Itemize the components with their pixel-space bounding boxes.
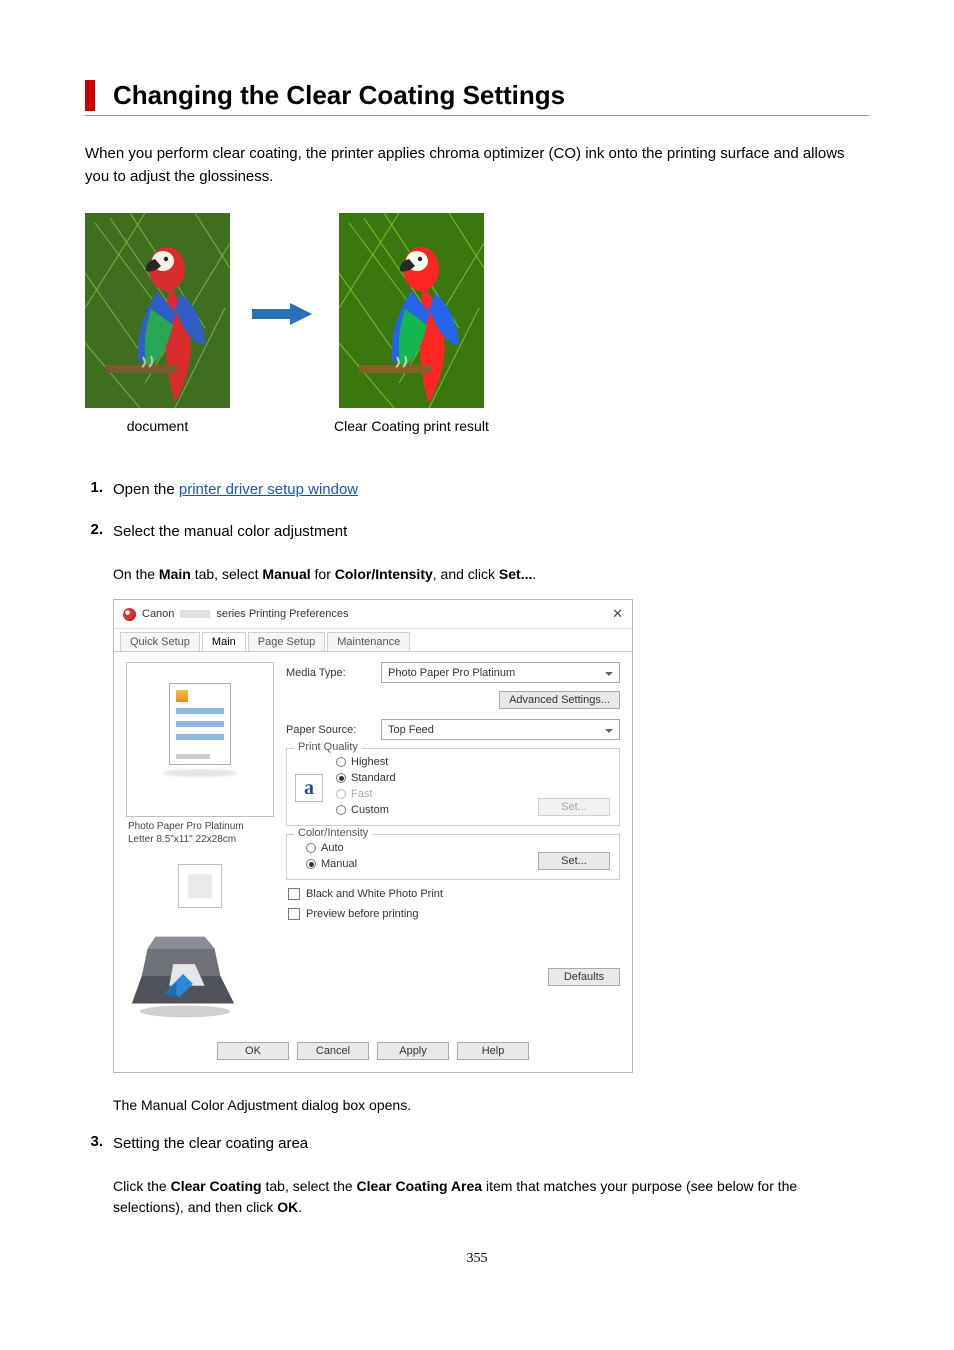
media-type-value: Photo Paper Pro Platinum <box>388 667 515 679</box>
text: , and click <box>433 566 499 582</box>
printer-image <box>126 928 244 1020</box>
radio-label: Fast <box>351 788 372 800</box>
figure-document-label: document <box>127 418 188 434</box>
redacted-model <box>180 610 210 618</box>
step-3-desc: Click the Clear Coating tab, select the … <box>113 1176 869 1219</box>
media-type-select[interactable]: Photo Paper Pro Platinum <box>381 662 620 683</box>
color-intensity-set-button[interactable]: Set... <box>538 852 610 870</box>
chevron-down-icon <box>605 724 613 736</box>
preview-label: Preview before printing <box>306 908 419 920</box>
defaults-button[interactable]: Defaults <box>548 968 620 986</box>
paper-source-label: Paper Source: <box>286 724 371 736</box>
text-bold: OK <box>277 1199 298 1215</box>
printer-driver-setup-link[interactable]: printer driver setup window <box>179 481 358 498</box>
dialog-title-prefix: Canon <box>142 608 174 620</box>
print-quality-set-button: Set... <box>538 798 610 816</box>
preview-pane <box>126 662 274 817</box>
text: dialog box opens. <box>297 1097 411 1113</box>
paper-source-select[interactable]: Top Feed <box>381 719 620 740</box>
text: Click the <box>113 1178 171 1194</box>
tab-strip: Quick Setup Main Page Setup Maintenance <box>114 629 632 651</box>
tab-page-setup[interactable]: Page Setup <box>248 632 326 651</box>
radio-label: Standard <box>351 772 396 784</box>
text-bold: Color/Intensity <box>335 566 433 582</box>
text: On the <box>113 566 159 582</box>
step-number: 1. <box>85 479 103 502</box>
radio-label: Manual <box>321 858 357 870</box>
dialog-title-suffix: series Printing Preferences <box>216 608 348 620</box>
color-thumbnail <box>178 864 222 908</box>
page-number: 355 <box>85 1251 869 1267</box>
text-bold: Clear Coating <box>171 1178 262 1194</box>
step-1-head: Open the printer driver setup window <box>113 479 869 502</box>
bw-checkbox[interactable] <box>288 888 300 900</box>
intro-text: When you perform clear coating, the prin… <box>85 142 869 189</box>
text: tab, select <box>191 566 263 582</box>
text: for <box>311 566 335 582</box>
figure-row: document <box>85 213 869 434</box>
radio-label: Highest <box>351 756 388 768</box>
text-bold: Manual Color Adjustment <box>141 1097 297 1113</box>
ok-button[interactable]: OK <box>217 1042 289 1060</box>
step-number: 2. <box>85 521 103 1113</box>
arrow-icon <box>252 303 312 325</box>
chevron-down-icon <box>605 667 613 679</box>
preview-caption-1: Photo Paper Pro Platinum <box>128 821 272 834</box>
tab-quick-setup[interactable]: Quick Setup <box>120 632 200 651</box>
figure-result <box>339 213 484 408</box>
text: . <box>532 566 536 582</box>
printing-preferences-dialog: Canon series Printing Preferences ✕ Quic… <box>113 599 633 1073</box>
text-bold: Clear Coating Area <box>357 1178 483 1194</box>
text-bold: Set... <box>499 566 532 582</box>
text-bold: Manual <box>262 566 310 582</box>
color-intensity-legend: Color/Intensity <box>294 827 372 839</box>
canon-icon <box>123 608 136 621</box>
text: tab, select the <box>262 1178 357 1194</box>
figure-result-label: Clear Coating print result <box>334 418 489 434</box>
paper-source-value: Top Feed <box>388 724 434 736</box>
preview-checkbox[interactable] <box>288 908 300 920</box>
step-2-desc: On the Main tab, select Manual for Color… <box>113 564 869 586</box>
step-1-lead: Open the <box>113 481 179 498</box>
media-type-label: Media Type: <box>286 667 371 679</box>
quality-icon: a <box>295 774 323 802</box>
step-2-after: The Manual Color Adjustment dialog box o… <box>113 1097 869 1113</box>
dialog-titlebar: Canon series Printing Preferences ✕ <box>114 600 632 629</box>
page-title: Changing the Clear Coating Settings <box>85 80 869 111</box>
radio-highest[interactable]: Highest <box>336 756 610 768</box>
step-3-head: Setting the clear coating area <box>113 1133 869 1156</box>
step-number: 3. <box>85 1133 103 1219</box>
close-icon[interactable]: ✕ <box>612 606 623 622</box>
apply-button[interactable]: Apply <box>377 1042 449 1060</box>
text: . <box>298 1199 302 1215</box>
radio-standard[interactable]: Standard <box>336 772 610 784</box>
advanced-settings-button[interactable]: Advanced Settings... <box>499 691 620 709</box>
help-button[interactable]: Help <box>457 1042 529 1060</box>
step-2-head: Select the manual color adjustment <box>113 521 869 544</box>
tab-main[interactable]: Main <box>202 632 246 651</box>
color-intensity-group: Color/Intensity Auto Manual Set... <box>286 834 620 880</box>
text: The <box>113 1097 141 1113</box>
figure-document <box>85 213 230 408</box>
tab-maintenance[interactable]: Maintenance <box>327 632 410 651</box>
radio-label: Custom <box>351 804 389 816</box>
bw-label: Black and White Photo Print <box>306 888 443 900</box>
preview-caption-2: Letter 8.5"x11" 22x28cm <box>128 834 272 847</box>
print-quality-group: Print Quality a Highest Standard Fast Cu… <box>286 748 620 826</box>
print-quality-legend: Print Quality <box>294 741 362 753</box>
text-bold: Main <box>159 566 191 582</box>
cancel-button[interactable]: Cancel <box>297 1042 369 1060</box>
radio-label: Auto <box>321 842 344 854</box>
